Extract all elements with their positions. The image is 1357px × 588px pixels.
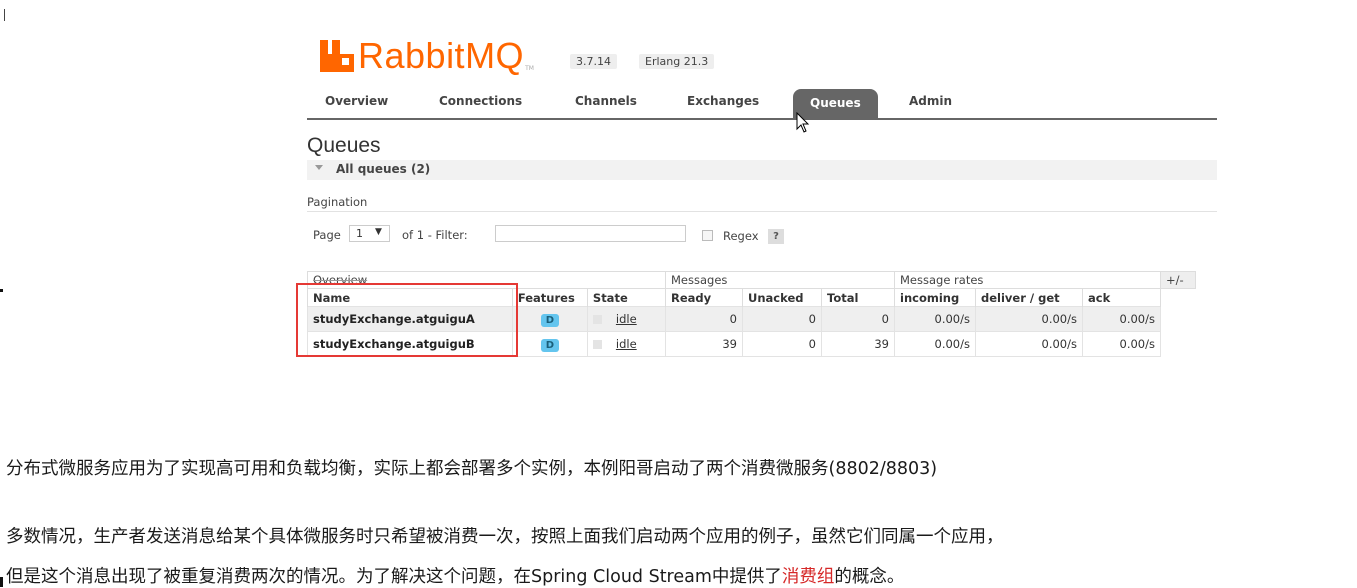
col-ready[interactable]: Ready	[665, 288, 743, 307]
col-state[interactable]: State	[586, 288, 667, 307]
page-select[interactable]: 1 ▼	[349, 225, 390, 242]
page-word: Page	[313, 228, 341, 242]
margin-mark	[0, 577, 3, 587]
total-count: 0	[821, 306, 895, 332]
col-total[interactable]: Total	[821, 288, 895, 307]
total-count: 39	[821, 331, 895, 357]
ready-count: 0	[665, 306, 743, 332]
incoming-rate: 0.00/s	[894, 306, 976, 332]
rabbitmq-logo-icon	[320, 40, 354, 72]
divider	[307, 211, 1217, 212]
state-indicator-icon	[592, 340, 602, 349]
highlight-annotation-box	[296, 283, 518, 357]
paragraph-3-text: 但是这个消息出现了被重复消费两次的情况。为了解决这个问题，在Spring Clo…	[6, 567, 782, 587]
group-message-rates: Message rates	[894, 271, 1161, 289]
chevron-down-icon: ▼	[375, 227, 382, 237]
tab-connections[interactable]: Connections	[439, 94, 522, 108]
columns-toggle-button[interactable]: +/-	[1160, 271, 1196, 289]
page-of-filter-label: of 1 - Filter:	[402, 228, 468, 242]
ready-count: 39	[665, 331, 743, 357]
deliver-get-rate: 0.00/s	[975, 306, 1083, 332]
tab-channels[interactable]: Channels	[575, 94, 637, 108]
col-unacked[interactable]: Unacked	[742, 288, 822, 307]
paragraph-3: 但是这个消息出现了被重复消费两次的情况。为了解决这个问题，在Spring Clo…	[6, 563, 904, 588]
tab-admin[interactable]: Admin	[909, 94, 952, 108]
logo-text: RabbitMQ	[358, 35, 525, 76]
tab-exchanges[interactable]: Exchanges	[687, 94, 759, 108]
col-features[interactable]: Features	[511, 288, 588, 307]
regex-help-button[interactable]: ?	[768, 229, 784, 244]
page-title: Queues	[307, 134, 381, 157]
col-incoming[interactable]: incoming	[894, 288, 976, 307]
unacked-count: 0	[742, 331, 822, 357]
state-text: idle	[615, 337, 637, 351]
mouse-pointer-icon	[796, 112, 810, 133]
ack-rate: 0.00/s	[1082, 331, 1161, 357]
state-indicator-icon	[592, 315, 602, 324]
incoming-rate: 0.00/s	[894, 331, 976, 357]
rabbitmq-logo[interactable]: RabbitMQ TM	[320, 35, 534, 76]
paragraph-2: 多数情况，生产者发送消息给某个具体微服务时只希望被消费一次，按照上面我们启动两个…	[6, 527, 1004, 547]
main-nav: Overview Connections Channels Exchanges …	[307, 88, 1217, 120]
section-title: All queues (2)	[336, 162, 431, 176]
unacked-count: 0	[742, 306, 822, 332]
group-messages: Messages	[665, 271, 895, 289]
paragraph-1: 分布式微服务应用为了实现高可用和负载均衡，实际上都会部署多个实例，本例阳哥启动了…	[6, 459, 938, 479]
ack-rate: 0.00/s	[1082, 306, 1161, 332]
erlang-version-badge: Erlang 21.3	[639, 54, 715, 69]
filter-input[interactable]	[495, 225, 686, 242]
version-badge: 3.7.14	[570, 54, 617, 69]
durable-badge: D	[540, 313, 560, 327]
tab-overview[interactable]: Overview	[325, 94, 388, 108]
regex-checkbox[interactable]	[702, 230, 713, 241]
page-select-value: 1	[356, 227, 363, 240]
all-queues-section-toggle[interactable]: All queues (2)	[307, 160, 1217, 180]
pagination-label: Pagination	[307, 195, 368, 209]
text-cursor-mark	[4, 9, 5, 21]
margin-mark	[0, 289, 3, 292]
paragraph-3-end: 的概念。	[834, 567, 905, 587]
collapse-triangle-icon	[315, 165, 323, 170]
col-ack[interactable]: ack	[1082, 288, 1161, 307]
logo-trademark: TM	[525, 65, 534, 72]
consumer-group-highlight: 消费组	[781, 567, 835, 587]
regex-label: Regex	[723, 229, 759, 243]
state-text: idle	[615, 312, 637, 326]
durable-badge: D	[540, 338, 560, 352]
col-deliver-get[interactable]: deliver / get	[975, 288, 1083, 307]
deliver-get-rate: 0.00/s	[975, 331, 1083, 357]
